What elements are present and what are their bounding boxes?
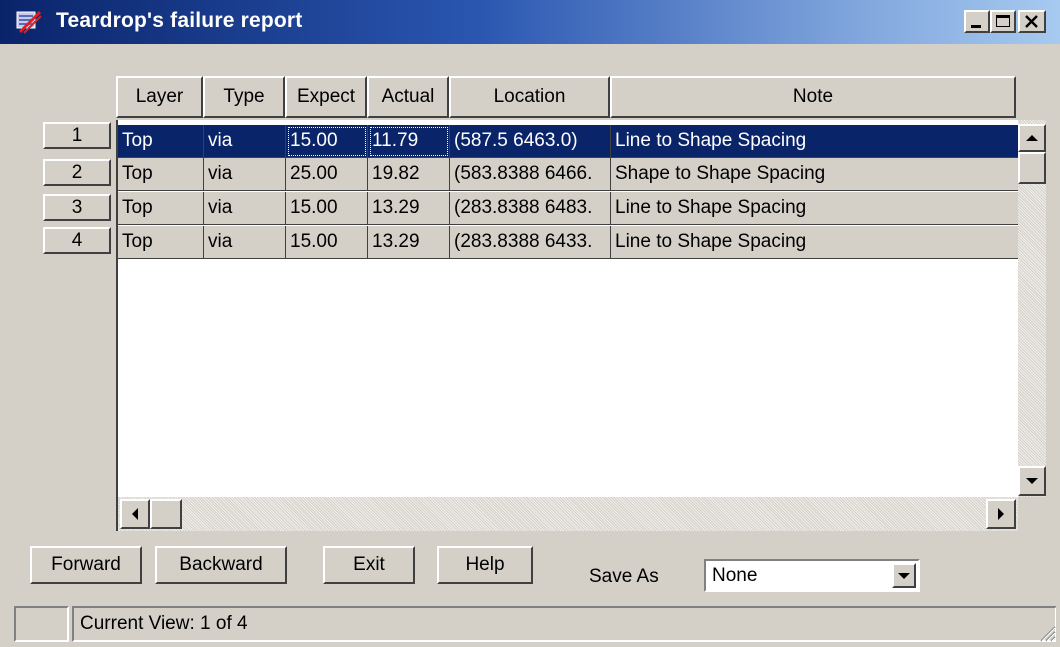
cell-actual[interactable]: 13.29 [368,226,450,259]
arrow-up-icon [1026,135,1038,141]
cell-expect[interactable]: 15.00 [286,125,368,158]
exit-button[interactable]: Exit [323,546,415,584]
row-button-label: 4 [71,229,83,251]
row-button-4[interactable]: 4 [43,227,111,254]
maximize-icon [996,15,1010,27]
column-header-type[interactable]: Type [203,76,285,118]
column-header-actual[interactable]: Actual [367,76,449,118]
status-text: Current View: 1 of 4 [80,613,248,634]
scroll-right-button[interactable] [986,499,1016,529]
cell-note[interactable]: Shape to Shape Spacing [611,158,1018,191]
help-button[interactable]: Help [437,546,533,584]
horizontal-scrollbar[interactable] [118,497,1018,531]
forward-button-label: Forward [51,554,121,575]
column-header-label: Layer [135,86,184,107]
close-button[interactable] [1018,10,1046,33]
app-icon [16,10,42,34]
cell-actual[interactable]: 19.82 [368,158,450,191]
window-title: Teardrop's failure report [56,9,303,32]
cell-type[interactable]: via [204,125,286,158]
scroll-up-button[interactable] [1018,124,1046,152]
cell-note[interactable]: Line to Shape Spacing [611,125,1018,158]
column-header-label: Expect [296,86,356,107]
row-button-2[interactable]: 2 [43,159,111,186]
cell-type[interactable]: via [204,192,286,225]
cell-location[interactable]: (283.8388 6433. [450,226,611,259]
cell-location[interactable]: (283.8388 6483. [450,192,611,225]
save-as-select[interactable]: None [704,559,920,592]
status-panel-left [14,606,69,642]
row-button-label: 1 [71,124,83,146]
cell-layer[interactable]: Top [118,158,204,191]
scrollbar-corner [1018,497,1046,531]
save-as-dropdown-button[interactable] [892,563,916,588]
minimize-icon [971,25,981,28]
column-header-label: Location [493,86,566,107]
save-as-label: Save As [589,566,659,587]
column-header-location[interactable]: Location [449,76,610,118]
cell-layer[interactable]: Top [118,192,204,225]
arrow-right-icon [998,508,1004,520]
forward-button[interactable]: Forward [30,546,142,584]
close-icon [1025,15,1038,28]
cell-location[interactable]: (587.5 6463.0) [450,125,611,158]
horizontal-scroll-thumb[interactable] [150,499,182,529]
chevron-down-icon [898,572,910,579]
exit-button-label: Exit [353,554,385,575]
cell-location[interactable]: (583.8388 6466. [450,158,611,191]
row-button-1[interactable]: 1 [43,122,111,149]
backward-button[interactable]: Backward [155,546,287,584]
vertical-scroll-thumb[interactable] [1018,152,1046,184]
cell-layer[interactable]: Top [118,226,204,259]
cell-note[interactable]: Line to Shape Spacing [611,226,1018,259]
window-frame [1056,44,1060,647]
row-button-3[interactable]: 3 [43,194,111,221]
cell-type[interactable]: via [204,226,286,259]
vertical-scrollbar[interactable] [1018,120,1046,515]
column-header-expect[interactable]: Expect [285,76,367,118]
column-header-label: Actual [381,86,435,107]
resize-grip-icon[interactable] [1038,624,1056,642]
status-panel-main: Current View: 1 of 4 [72,606,1057,642]
cell-note[interactable]: Line to Shape Spacing [611,192,1018,225]
save-as-value: None [712,565,758,586]
cell-expect[interactable]: 15.00 [286,226,368,259]
arrow-left-icon [132,508,138,520]
cell-actual[interactable]: 11.79 [368,125,450,158]
cell-expect[interactable]: 15.00 [286,192,368,225]
column-header-label: Note [792,86,834,107]
row-button-label: 3 [71,196,83,218]
help-button-label: Help [465,554,505,575]
cell-expect[interactable]: 25.00 [286,158,368,191]
backward-button-label: Backward [179,554,263,575]
scroll-left-button[interactable] [120,499,150,529]
column-header-note[interactable]: Note [610,76,1016,118]
maximize-button[interactable] [990,10,1016,33]
title-bar: Teardrop's failure report [0,0,1060,44]
results-grid[interactable]: Top via 15.00 11.79 (587.5 6463.0) Line … [116,120,1018,531]
cell-layer[interactable]: Top [118,125,204,158]
arrow-down-icon [1026,478,1038,484]
row-button-label: 2 [71,161,83,183]
cell-type[interactable]: via [204,158,286,191]
minimize-button[interactable] [964,10,990,33]
scroll-down-button[interactable] [1018,466,1046,496]
column-header-label: Type [223,86,265,107]
column-header-layer[interactable]: Layer [116,76,203,118]
cell-actual[interactable]: 13.29 [368,192,450,225]
